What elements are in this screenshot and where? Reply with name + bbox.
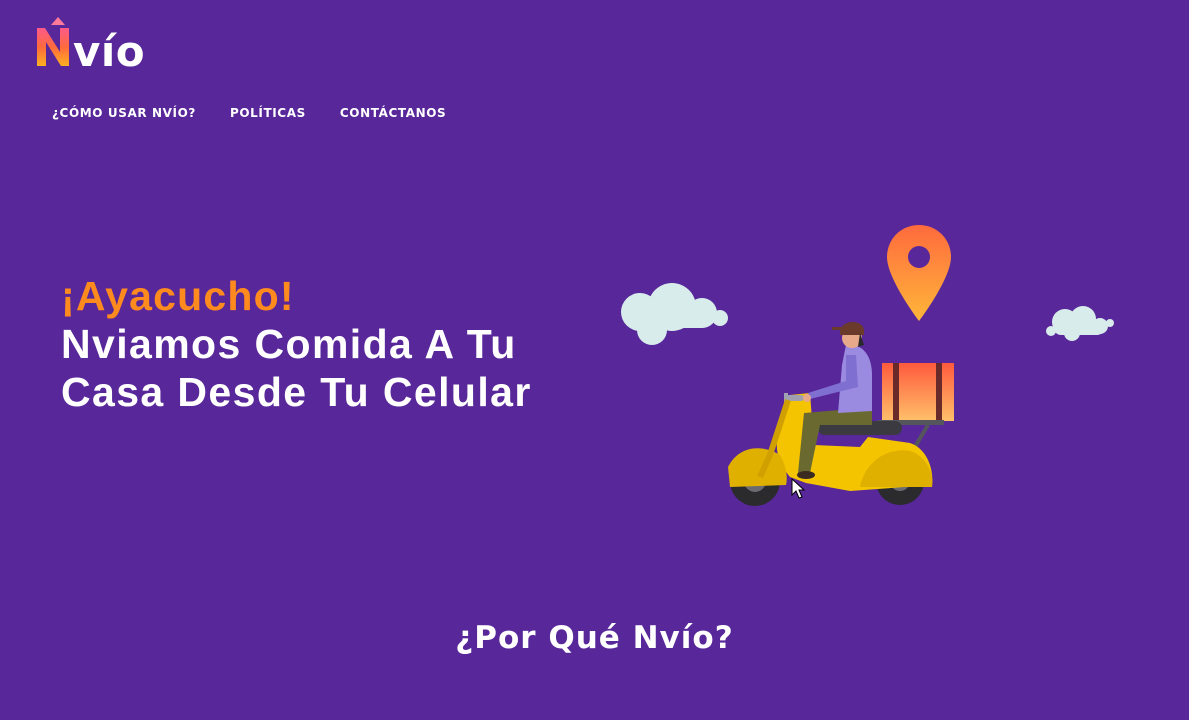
hero-section: ¡Ayacucho! Nviamos Comida A Tu Casa Desd… [61,272,601,416]
hero-title: Nviamos Comida A Tu Casa Desde Tu Celula… [61,321,532,415]
section-title: ¿Por Qué Nvío? [455,620,734,656]
nvio-logo: vío [37,17,145,76]
svg-text:vío: vío [73,27,145,70]
cloud-icon [621,283,728,345]
logo-accent-icon [51,17,65,25]
cloud-icon [1046,306,1114,341]
mouse-cursor-icon [791,478,806,499]
logo-link[interactable]: vío [36,14,161,76]
nav-item-contactanos[interactable]: CONTÁCTANOS [340,106,446,120]
nav-item-politicas[interactable]: POLÍTICAS [230,106,306,120]
main-nav: ¿CÓMO USAR NVÍO? POLÍTICAS CONTÁCTANOS [52,106,480,120]
delivery-scooter-icon [728,322,954,506]
nav-item-como-usar[interactable]: ¿CÓMO USAR NVÍO? [52,106,196,120]
location-pin-icon [887,225,951,321]
hero-accent: ¡Ayacucho! [61,273,295,319]
delivery-illustration [621,225,1114,506]
